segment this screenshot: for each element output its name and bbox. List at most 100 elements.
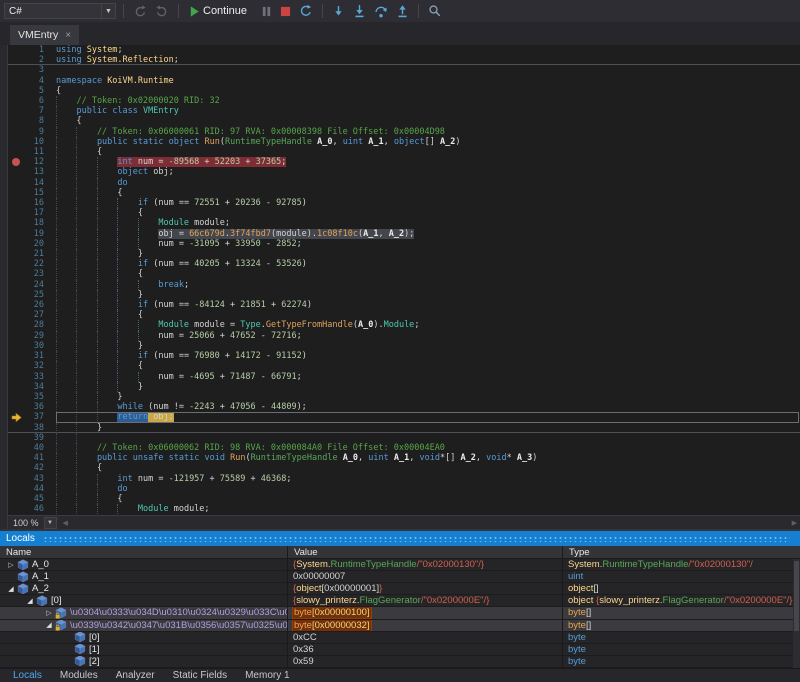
- glyph-gutter[interactable]: [8, 188, 26, 198]
- scroll-left-icon[interactable]: ◀: [63, 519, 68, 527]
- glyph-gutter[interactable]: [8, 484, 26, 494]
- vertical-scrollbar[interactable]: [793, 559, 800, 668]
- glyph-gutter[interactable]: [8, 218, 26, 228]
- chevron-down-icon[interactable]: ▼: [101, 4, 115, 18]
- tab-locals[interactable]: Locals: [4, 670, 51, 681]
- glyph-gutter[interactable]: [8, 239, 26, 249]
- locals-row[interactable]: A_10x00000007uint: [0, 571, 800, 583]
- expander-icon[interactable]: ◢: [44, 621, 54, 629]
- glyph-gutter[interactable]: [8, 208, 26, 218]
- locals-row[interactable]: [1]0x36byte: [0, 644, 800, 656]
- glyph-gutter[interactable]: [8, 463, 26, 473]
- code-editor[interactable]: 1using System;2using System.Reflection;3…: [8, 45, 800, 515]
- locals-value-cell[interactable]: byte[0x00000032]: [288, 620, 563, 631]
- glyph-gutter[interactable]: [8, 259, 26, 269]
- glyph-gutter[interactable]: [8, 474, 26, 484]
- expander-icon[interactable]: ▷: [44, 609, 54, 617]
- locals-value-cell[interactable]: {System.RuntimeTypeHandle/"0x02000130"/}: [288, 559, 563, 570]
- column-name[interactable]: Name: [0, 546, 288, 558]
- restart-button[interactable]: [297, 2, 315, 20]
- zoom-dropdown[interactable]: ▼: [44, 517, 57, 529]
- expander-icon[interactable]: ◢: [25, 597, 35, 605]
- glyph-gutter[interactable]: [8, 331, 26, 341]
- glyph-gutter[interactable]: [8, 280, 26, 290]
- glyph-gutter[interactable]: [8, 45, 26, 55]
- step-out-button[interactable]: [394, 2, 411, 20]
- locals-row[interactable]: ◢A_2{object[0x00000001]}object[]: [0, 583, 800, 595]
- step-into-button[interactable]: [351, 2, 368, 20]
- expander-icon[interactable]: ◢: [6, 585, 16, 593]
- locals-tree[interactable]: ▷A_0{System.RuntimeTypeHandle/"0x0200013…: [0, 559, 800, 668]
- locals-value-cell[interactable]: {slowy_printerz.FlagGenerator/"0x0200000…: [288, 595, 563, 606]
- locals-value-cell[interactable]: 0x59: [288, 656, 563, 667]
- left-panel-splitter[interactable]: [0, 45, 8, 529]
- stop-button[interactable]: [278, 2, 293, 20]
- locals-value-cell[interactable]: {object[0x00000001]}: [288, 583, 563, 594]
- glyph-gutter[interactable]: [8, 116, 26, 126]
- glyph-gutter[interactable]: [8, 76, 26, 86]
- glyph-gutter[interactable]: [8, 137, 26, 147]
- close-icon[interactable]: ×: [65, 30, 71, 41]
- current-statement-gutter[interactable]: [8, 412, 26, 422]
- glyph-gutter[interactable]: [8, 65, 26, 75]
- glyph-gutter[interactable]: [8, 86, 26, 96]
- show-next-statement-button[interactable]: [330, 2, 347, 20]
- glyph-gutter[interactable]: [8, 290, 26, 300]
- locals-row[interactable]: ▷A_0{System.RuntimeTypeHandle/"0x0200013…: [0, 559, 800, 571]
- glyph-gutter[interactable]: [8, 178, 26, 188]
- glyph-gutter[interactable]: [8, 310, 26, 320]
- glyph-gutter[interactable]: [8, 351, 26, 361]
- glyph-gutter[interactable]: [8, 127, 26, 137]
- glyph-gutter[interactable]: [8, 453, 26, 463]
- locals-row[interactable]: [2]0x59byte: [0, 656, 800, 668]
- glyph-gutter[interactable]: [8, 198, 26, 208]
- glyph-gutter[interactable]: [8, 494, 26, 504]
- locals-row[interactable]: ◢[0]{slowy_printerz.FlagGenerator/"0x020…: [0, 595, 800, 607]
- break-button[interactable]: [259, 2, 274, 20]
- glyph-gutter[interactable]: [8, 392, 26, 402]
- glyph-gutter[interactable]: [8, 229, 26, 239]
- tab-vmentry[interactable]: VMEntry ×: [10, 25, 79, 45]
- locals-panel-titlebar[interactable]: Locals: [0, 531, 800, 546]
- glyph-gutter[interactable]: [8, 433, 26, 443]
- scrollbar-thumb[interactable]: [794, 561, 799, 631]
- glyph-gutter[interactable]: [8, 249, 26, 259]
- glyph-gutter[interactable]: [8, 382, 26, 392]
- tab-analyzer[interactable]: Analyzer: [107, 670, 164, 681]
- horizontal-scrollbar[interactable]: ◀ ▶: [60, 516, 800, 529]
- glyph-gutter[interactable]: [8, 443, 26, 453]
- undo-button[interactable]: [131, 2, 149, 20]
- glyph-gutter[interactable]: [8, 341, 26, 351]
- glyph-gutter[interactable]: [8, 300, 26, 310]
- glyph-gutter[interactable]: [8, 147, 26, 157]
- scroll-right-icon[interactable]: ▶: [792, 519, 797, 527]
- glyph-gutter[interactable]: [8, 320, 26, 330]
- locals-row[interactable]: ▷\u0304\u0333\u034D\u0310\u0324\u0329\u0…: [0, 607, 800, 619]
- glyph-gutter[interactable]: [8, 96, 26, 106]
- tab-modules[interactable]: Modules: [51, 670, 107, 681]
- locals-row[interactable]: [0]0xCCbyte: [0, 632, 800, 644]
- locals-row[interactable]: ◢\u0339\u0342\u0347\u031B\u0356\u0357\u0…: [0, 620, 800, 632]
- step-over-button[interactable]: [372, 2, 390, 20]
- glyph-gutter[interactable]: [8, 423, 26, 432]
- glyph-gutter[interactable]: [8, 402, 26, 412]
- glyph-gutter[interactable]: [8, 106, 26, 116]
- glyph-gutter[interactable]: [8, 167, 26, 177]
- breakpoint-icon[interactable]: [12, 158, 20, 166]
- language-combobox[interactable]: C# ▼: [4, 3, 116, 19]
- glyph-gutter[interactable]: [8, 55, 26, 64]
- expander-icon[interactable]: ▷: [6, 561, 16, 569]
- locals-value-cell[interactable]: 0x00000007: [288, 571, 563, 582]
- search-button[interactable]: [426, 2, 444, 20]
- tab-memory-1[interactable]: Memory 1: [236, 670, 298, 681]
- tab-static-fields[interactable]: Static Fields: [164, 670, 236, 681]
- column-type[interactable]: Type: [563, 546, 800, 558]
- glyph-gutter[interactable]: [8, 504, 26, 514]
- continue-button[interactable]: Continue: [186, 2, 255, 20]
- locals-value-cell[interactable]: byte[0x00000100]: [288, 607, 563, 618]
- redo-button[interactable]: [153, 2, 171, 20]
- column-value[interactable]: Value: [288, 546, 563, 558]
- locals-value-cell[interactable]: 0xCC: [288, 632, 563, 643]
- glyph-gutter[interactable]: [8, 269, 26, 279]
- glyph-gutter[interactable]: [8, 361, 26, 371]
